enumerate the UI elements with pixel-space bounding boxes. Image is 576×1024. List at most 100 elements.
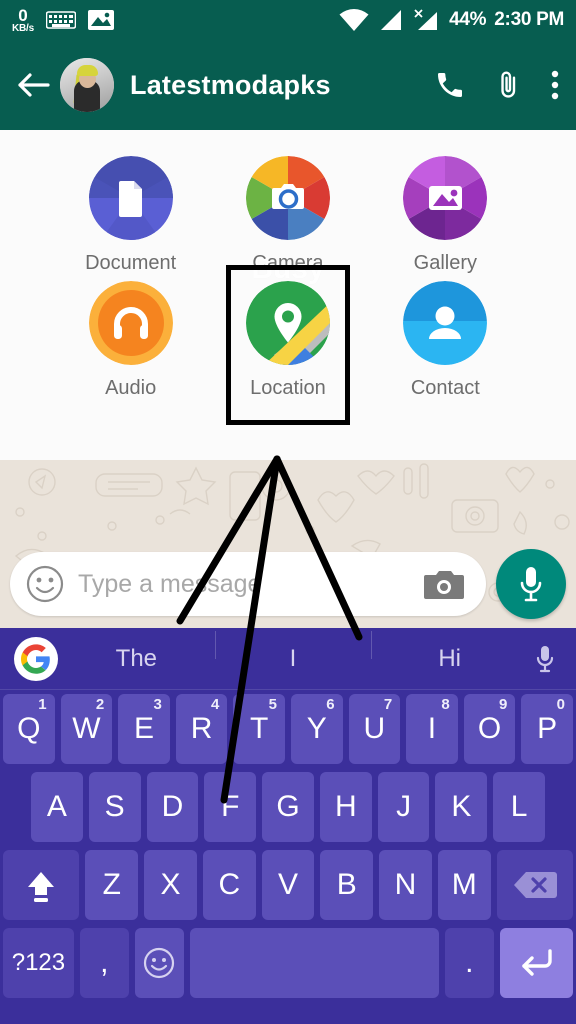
suggestion-item[interactable]: Hi <box>371 630 528 673</box>
suggestion-item[interactable]: I <box>214 630 372 673</box>
headphones-icon <box>88 281 173 365</box>
key-number: 1 <box>38 696 47 713</box>
attach-option-audio[interactable]: Audio <box>52 281 209 400</box>
key-e[interactable]: E3 <box>118 694 170 764</box>
space-key[interactable] <box>189 928 439 998</box>
enter-key[interactable] <box>499 928 574 998</box>
emoji-key[interactable] <box>134 928 184 998</box>
key-label: U <box>363 712 386 745</box>
key-o[interactable]: O9 <box>463 694 516 764</box>
voice-record-button[interactable] <box>496 549 566 619</box>
key-b[interactable]: B <box>320 850 374 920</box>
enter-icon <box>516 946 556 980</box>
key-number: 4 <box>211 696 220 713</box>
shift-key[interactable] <box>3 850 80 920</box>
backspace-icon <box>512 869 558 901</box>
key-c[interactable]: C <box>202 850 256 920</box>
key-n[interactable]: N <box>379 850 432 920</box>
key-y[interactable]: Y6 <box>290 694 343 764</box>
key-r[interactable]: R4 <box>175 694 228 764</box>
keyboard-row-1: Q1 W2 E3 R4 T5 Y6 U7 I8 O9 P0 <box>0 690 576 768</box>
signal-icon <box>377 9 403 32</box>
key-h[interactable]: H <box>319 772 372 842</box>
key-label: E <box>133 712 154 745</box>
attach-label: Location <box>250 377 326 399</box>
key-label: I <box>427 712 437 745</box>
key-t[interactable]: T5 <box>233 694 285 764</box>
microphone-icon <box>516 564 546 604</box>
message-input-placeholder[interactable]: Type a message <box>78 570 424 599</box>
symbols-key[interactable]: ?123 <box>3 928 74 998</box>
backspace-key[interactable] <box>496 850 574 920</box>
attach-option-contact[interactable]: Contact <box>367 281 524 400</box>
signal-no-sim-icon <box>411 8 441 32</box>
key-d[interactable]: D <box>146 772 199 842</box>
emoji-smiley-icon <box>142 946 176 980</box>
key-l[interactable]: L <box>493 772 546 842</box>
phone-call-icon[interactable] <box>434 69 466 101</box>
key-x[interactable]: X <box>144 850 197 920</box>
key-a[interactable]: A <box>31 772 83 842</box>
map-pin-icon <box>245 281 330 365</box>
key-number: 3 <box>153 696 162 713</box>
key-j[interactable]: J <box>377 772 430 842</box>
phone-screen: 0 KB/s 44% 2:30 PM Latestmodapks Busy Do… <box>0 0 576 1024</box>
key-number: 2 <box>95 696 105 713</box>
key-number: 0 <box>556 696 565 713</box>
keyboard-row-3: Z X C V B N M <box>0 846 576 924</box>
key-k[interactable]: K <box>435 772 488 842</box>
google-g-logo[interactable] <box>14 636 58 681</box>
camera-icon[interactable] <box>424 567 466 601</box>
key-m[interactable]: M <box>437 850 491 920</box>
clock: 2:30 PM <box>494 9 564 30</box>
attach-option-gallery[interactable]: Gallery <box>367 156 524 275</box>
attach-option-location[interactable]: Location <box>209 265 366 425</box>
key-i[interactable]: I8 <box>406 694 458 764</box>
key-label: W <box>72 712 101 745</box>
key-label: Q <box>17 712 41 745</box>
key-label: R <box>190 712 213 745</box>
key-label: P <box>537 712 558 745</box>
attach-label: Audio <box>105 377 157 399</box>
camera-icon <box>246 156 330 240</box>
key-number: 6 <box>326 696 335 713</box>
person-icon <box>403 281 488 365</box>
key-number: 9 <box>499 696 508 713</box>
key-s[interactable]: S <box>88 772 141 842</box>
key-z[interactable]: Z <box>85 850 139 920</box>
on-screen-keyboard: The I Hi Q1 W2 E3 R4 T5 Y6 U7 I8 O9 P0 A… <box>0 628 576 1024</box>
wifi-icon <box>339 8 369 32</box>
suggestion-strip: The I Hi <box>0 628 576 690</box>
attach-label: Gallery <box>413 252 477 274</box>
suggestion-item[interactable]: The <box>58 645 215 673</box>
key-label: O <box>477 712 502 745</box>
back-arrow-icon[interactable] <box>16 68 50 102</box>
paperclip-icon[interactable] <box>492 69 524 101</box>
emoji-smiley-icon[interactable] <box>26 565 64 603</box>
status-bar: 0 KB/s 44% 2:30 PM <box>0 0 576 40</box>
key-v[interactable]: V <box>261 850 315 920</box>
document-icon <box>88 156 173 240</box>
key-g[interactable]: G <box>262 772 314 842</box>
attach-label: Contact <box>410 377 480 399</box>
page-title[interactable]: Latestmodapks <box>130 70 331 101</box>
key-p[interactable]: P0 <box>521 694 573 764</box>
battery-percent: 44% <box>449 9 487 30</box>
comma-key[interactable]: , <box>79 928 129 998</box>
network-speed-indicator: 0 KB/s <box>12 7 34 34</box>
attach-option-camera[interactable]: Camera <box>209 156 366 275</box>
key-u[interactable]: U7 <box>348 694 401 764</box>
key-f[interactable]: F <box>204 772 257 842</box>
microphone-icon[interactable] <box>528 644 562 674</box>
key-w[interactable]: W2 <box>60 694 113 764</box>
avatar[interactable] <box>60 58 114 112</box>
period-key[interactable]: . <box>444 928 494 998</box>
shift-icon <box>21 865 61 905</box>
overflow-menu-icon[interactable] <box>550 68 560 102</box>
message-input-pill[interactable]: Type a message <box>10 552 486 616</box>
gallery-icon <box>403 156 488 240</box>
image-icon <box>87 9 114 31</box>
key-q[interactable]: Q1 <box>3 694 55 764</box>
attach-option-document[interactable]: Document <box>52 156 209 275</box>
app-bar: Latestmodapks <box>0 40 576 130</box>
